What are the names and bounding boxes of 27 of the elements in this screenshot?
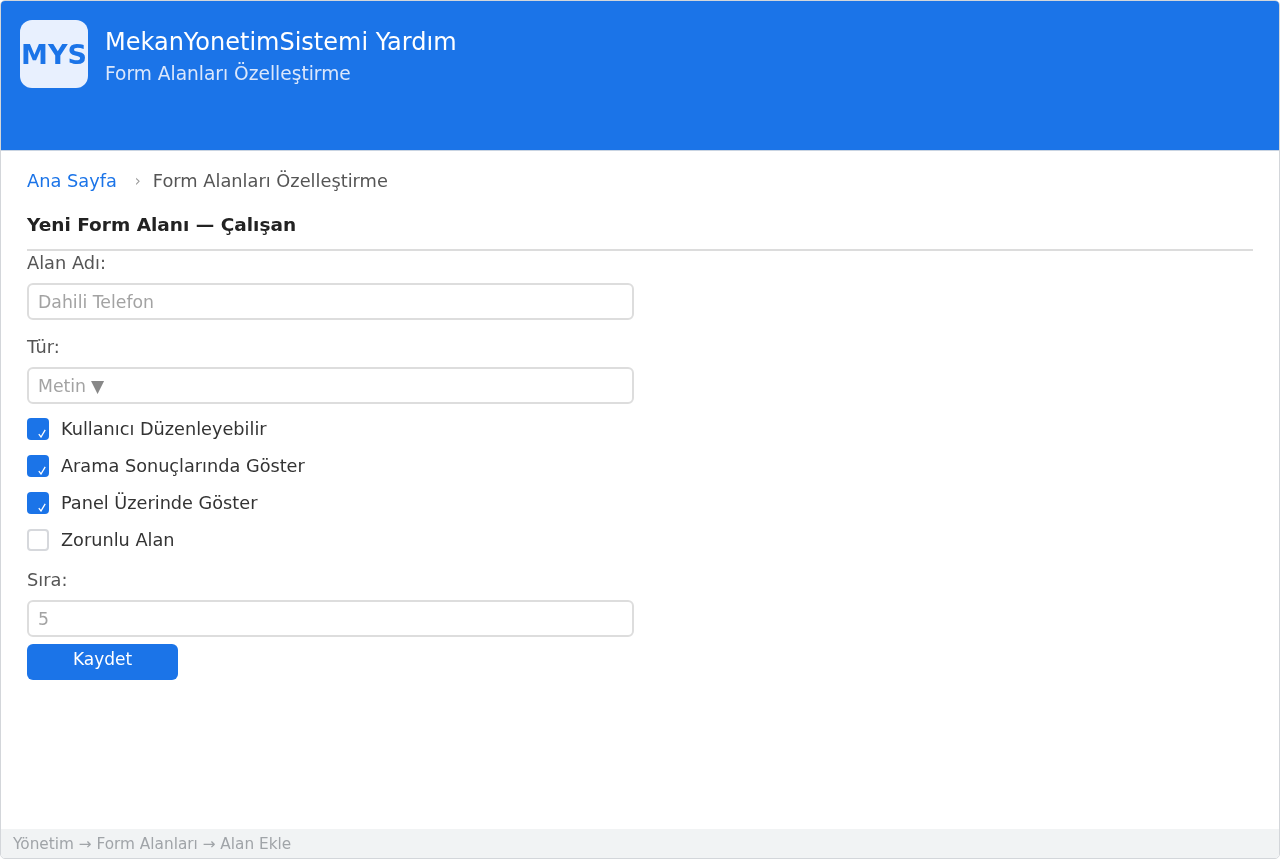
select-field[interactable]: Metin ▼: [27, 367, 634, 404]
page-subtitle: Form Alanları Özelleştirme: [105, 63, 352, 85]
field-label: Alan Adı:: [27, 253, 106, 273]
checkbox[interactable]: [27, 455, 49, 477]
text-field[interactable]: Dahili Telefon: [27, 283, 634, 320]
app-logo: MYS: [20, 20, 88, 88]
app-title: MekanYonetimSistemi Yardım: [105, 28, 457, 56]
field-label: Sıra:: [27, 570, 68, 590]
checkmark-icon: [38, 429, 46, 438]
checkbox-label: Arama Sonuçlarında Göster: [61, 455, 305, 477]
number-field[interactable]: 5: [27, 600, 634, 637]
checkmark-icon: [38, 466, 46, 475]
checkmark-icon: [38, 503, 46, 512]
save-button[interactable]: Kaydet: [27, 644, 178, 680]
checkbox[interactable]: [27, 492, 49, 514]
checkbox-label: Panel Üzerinde Göster: [61, 492, 258, 514]
field-label: Tür:: [27, 337, 60, 357]
caret-icon: ▼: [91, 375, 105, 396]
checkbox-label: Kullanıcı Düzenleyebilir: [61, 418, 267, 440]
breadcrumb-link[interactable]: Ana Sayfa: [27, 171, 117, 191]
status-path: Yönetim → Form Alanları → Alan Ekle: [13, 834, 292, 853]
checkbox[interactable]: [27, 529, 49, 551]
checkbox[interactable]: [27, 418, 49, 440]
form-title: Yeni Form Alanı — Çalışan: [27, 214, 297, 236]
breadcrumb-current: Form Alanları Özelleştirme: [152, 171, 388, 191]
breadcrumb-separator: ›: [134, 171, 141, 191]
checkbox-label: Zorunlu Alan: [61, 529, 175, 551]
